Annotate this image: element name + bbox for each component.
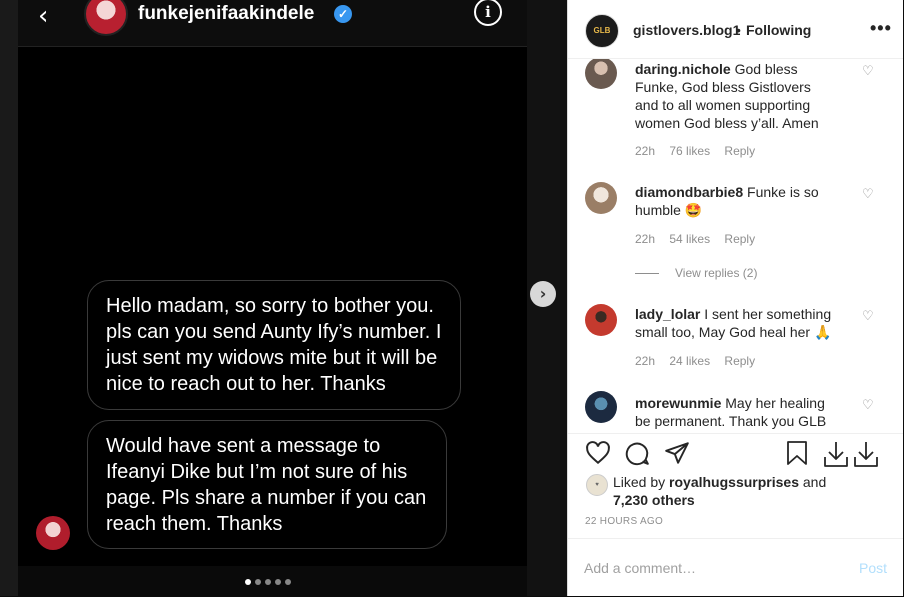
message-bubble: Would have sent a message to Ifeanyi Dik…: [87, 420, 447, 549]
following-button[interactable]: Following: [746, 22, 811, 38]
liker-username[interactable]: royalhugssurprises: [669, 474, 799, 490]
separator-dot: •: [736, 22, 741, 38]
dm-username: funkejenifaakindele: [138, 3, 315, 24]
carousel-dot[interactable]: [285, 579, 291, 585]
author-username[interactable]: gistlovers.blog1: [633, 22, 740, 38]
next-slide-arrow-icon[interactable]: ›: [530, 281, 556, 307]
download-icon[interactable]: [822, 440, 850, 468]
view-replies-button[interactable]: View replies (2): [635, 266, 757, 280]
reply-button[interactable]: Reply: [724, 232, 755, 246]
post-media: ‹ funkejenifaakindele ✓ i Hello madam, s…: [0, 0, 567, 596]
sender-avatar: [36, 516, 70, 550]
more-options-icon[interactable]: •••: [870, 18, 892, 39]
like-heart-icon[interactable]: ♡: [862, 398, 874, 413]
post-sidebar: GLB gistlovers.blog1 • Following ••• dar…: [567, 0, 903, 596]
like-heart-icon[interactable]: ♡: [862, 64, 874, 79]
comment-likes[interactable]: 54 likes: [669, 232, 710, 246]
carousel-dot[interactable]: [255, 579, 261, 585]
post-header: GLB gistlovers.blog1 • Following •••: [568, 0, 903, 59]
carousel-dot[interactable]: [265, 579, 271, 585]
reply-button[interactable]: Reply: [724, 144, 755, 158]
like-heart-icon[interactable]: ♡: [862, 309, 874, 324]
liked-by-and: and: [802, 474, 827, 490]
comment-time: 22h: [635, 144, 656, 158]
comment-text: daring.nichole God bless Funke, God bles…: [635, 60, 835, 132]
comment-avatar[interactable]: [585, 304, 617, 336]
comment-likes[interactable]: 76 likes: [669, 144, 710, 158]
view-replies-label[interactable]: View replies (2): [675, 266, 757, 280]
action-bar: [568, 433, 903, 474]
comment-meta: 22h 76 likes Reply: [635, 144, 766, 158]
comment-username[interactable]: diamondbarbie8: [635, 184, 743, 200]
reply-button[interactable]: Reply: [724, 354, 755, 368]
message-bubble: Hello madam, so sorry to bother you. pls…: [87, 280, 461, 410]
likes-count-link[interactable]: 7,230 others: [613, 492, 695, 508]
dm-avatar: [84, 0, 128, 36]
comment-username[interactable]: lady_lolar: [635, 306, 700, 322]
add-comment-bar: Post: [568, 538, 903, 597]
carousel-dot[interactable]: [245, 579, 251, 585]
media-left-edge: [0, 0, 18, 596]
info-icon: i: [474, 0, 502, 26]
comment-meta: 22h 54 likes Reply: [635, 232, 766, 246]
comment-bubble-icon[interactable]: [624, 440, 650, 466]
comment-username[interactable]: daring.nichole: [635, 61, 731, 77]
carousel-dots: [245, 572, 295, 590]
comment-text: diamondbarbie8 Funke is so humble 🤩: [635, 183, 835, 219]
comment-avatar[interactable]: [585, 59, 617, 89]
like-heart-icon[interactable]: ♡: [862, 187, 874, 202]
comment-text: morewunmie May her healing be permanent.…: [635, 394, 835, 433]
liked-by-text: Liked by royalhugssurprises and 7,230 ot…: [613, 473, 863, 509]
add-comment-input[interactable]: [584, 558, 824, 578]
share-paper-plane-icon[interactable]: [664, 440, 690, 466]
comment-meta: 22h 24 likes Reply: [635, 354, 766, 368]
liked-by-prefix: Liked by: [613, 474, 666, 490]
comment-avatar[interactable]: [585, 182, 617, 214]
comments-list: daring.nichole God bless Funke, God bles…: [568, 59, 903, 433]
dm-screenshot: ‹ funkejenifaakindele ✓ i Hello madam, s…: [18, 0, 527, 596]
dm-header: ‹ funkejenifaakindele ✓ i: [18, 0, 527, 47]
comment-likes[interactable]: 24 likes: [669, 354, 710, 368]
post-comment-button[interactable]: Post: [859, 560, 887, 576]
download-icon[interactable]: [852, 440, 880, 468]
carousel-dot[interactable]: [275, 579, 281, 585]
comment-avatar[interactable]: [585, 391, 617, 423]
comment-time: 22h: [635, 232, 656, 246]
back-chevron-icon: ‹: [38, 1, 49, 31]
view-replies-line: [635, 273, 659, 275]
verified-badge-icon: ✓: [334, 5, 352, 23]
like-heart-icon[interactable]: [585, 440, 611, 466]
comment-time: 22h: [635, 354, 656, 368]
save-bookmark-icon[interactable]: [785, 440, 809, 466]
author-avatar[interactable]: GLB: [585, 14, 619, 48]
post-timestamp[interactable]: 22 HOURS AGO: [585, 516, 663, 527]
liker-avatar[interactable]: ♥: [586, 474, 608, 496]
comment-username[interactable]: morewunmie: [635, 395, 721, 411]
comment-text: lady_lolar I sent her something small to…: [635, 305, 835, 341]
